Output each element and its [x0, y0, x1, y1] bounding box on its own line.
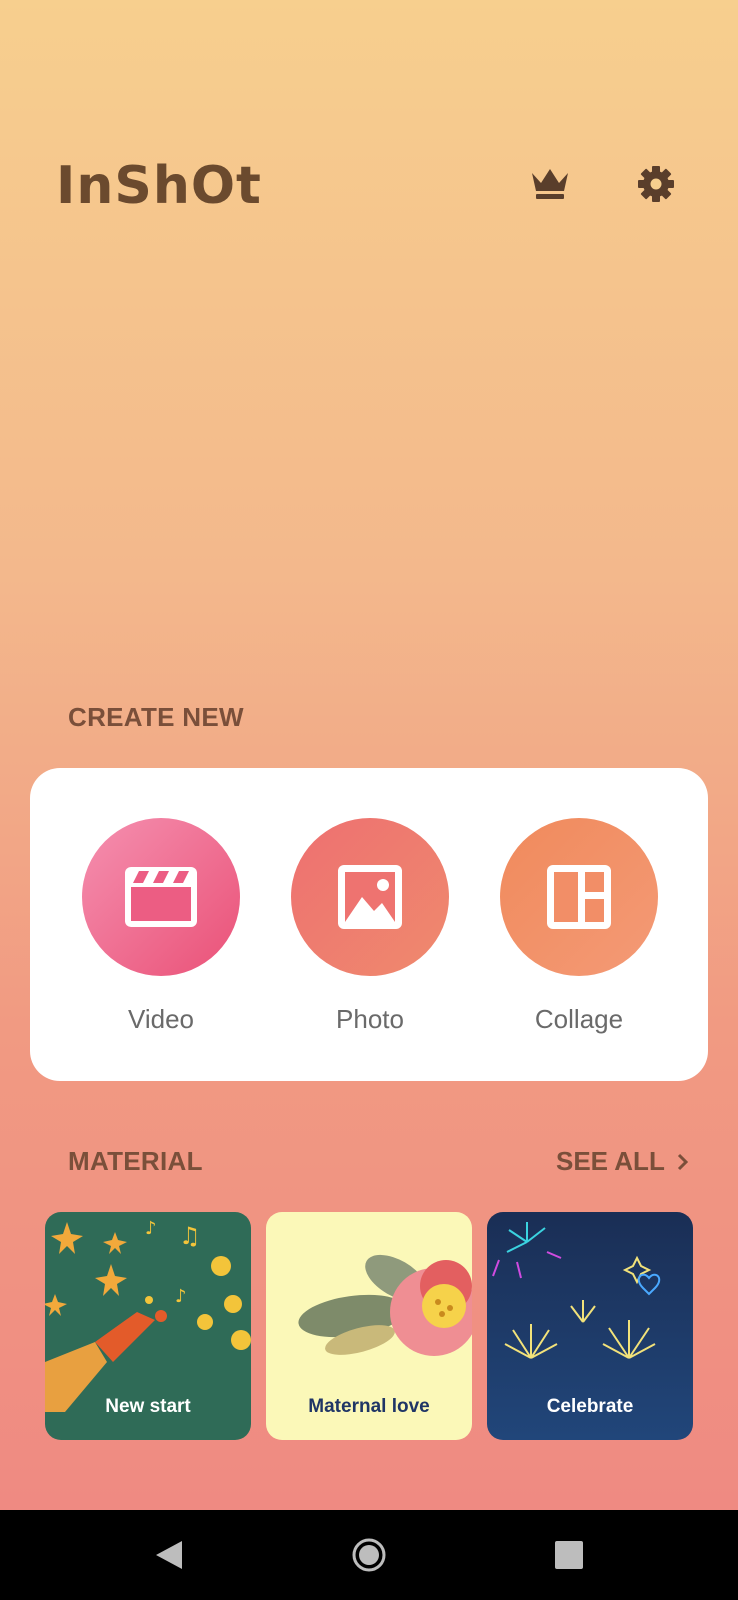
video-button[interactable]: Video: [81, 818, 241, 1035]
collage-layout-icon: [500, 818, 658, 976]
see-all-button[interactable]: SEE ALL: [556, 1146, 689, 1177]
collage-button[interactable]: Collage: [499, 818, 659, 1035]
create-new-title: CREATE NEW: [68, 702, 244, 732]
material-title: MATERIAL: [68, 1146, 203, 1176]
home-screen: InShOt CREATE NEW Video Photo Collage MA…: [0, 0, 738, 1510]
system-navigation-bar: [0, 1510, 738, 1600]
collage-label: Collage: [534, 1004, 624, 1034]
svg-text:♪: ♪: [175, 1286, 187, 1307]
photo-button[interactable]: Photo: [290, 818, 450, 1035]
celebrate-label: Celebrate: [546, 1396, 634, 1417]
crown-icon[interactable]: [526, 160, 574, 208]
home-icon[interactable]: [346, 1532, 392, 1578]
material-card-celebrate[interactable]: Celebrate: [487, 1212, 693, 1440]
video-label: Video: [127, 1004, 195, 1034]
recent-apps-icon[interactable]: [546, 1532, 592, 1578]
material-card-maternal-love[interactable]: Maternal love: [266, 1212, 472, 1440]
svg-text:♪: ♪: [145, 1218, 157, 1239]
material-card-new-start[interactable]: ♪ ♫ ♪ New start: [45, 1212, 251, 1440]
photo-label: Photo: [336, 1004, 404, 1034]
back-icon[interactable]: [146, 1532, 192, 1578]
maternal-love-label: Maternal love: [308, 1396, 430, 1417]
clapperboard-icon: [82, 818, 240, 976]
gear-icon[interactable]: [632, 160, 680, 208]
create-new-card: Video Photo Collage: [30, 768, 708, 1081]
app-logo: InShOt: [56, 156, 262, 216]
see-all-label: SEE ALL: [556, 1146, 665, 1176]
image-icon: [291, 818, 449, 976]
svg-text:♫: ♫: [179, 1222, 201, 1250]
new-start-label: New start: [105, 1396, 191, 1417]
chevron-right-icon: [677, 1153, 688, 1170]
